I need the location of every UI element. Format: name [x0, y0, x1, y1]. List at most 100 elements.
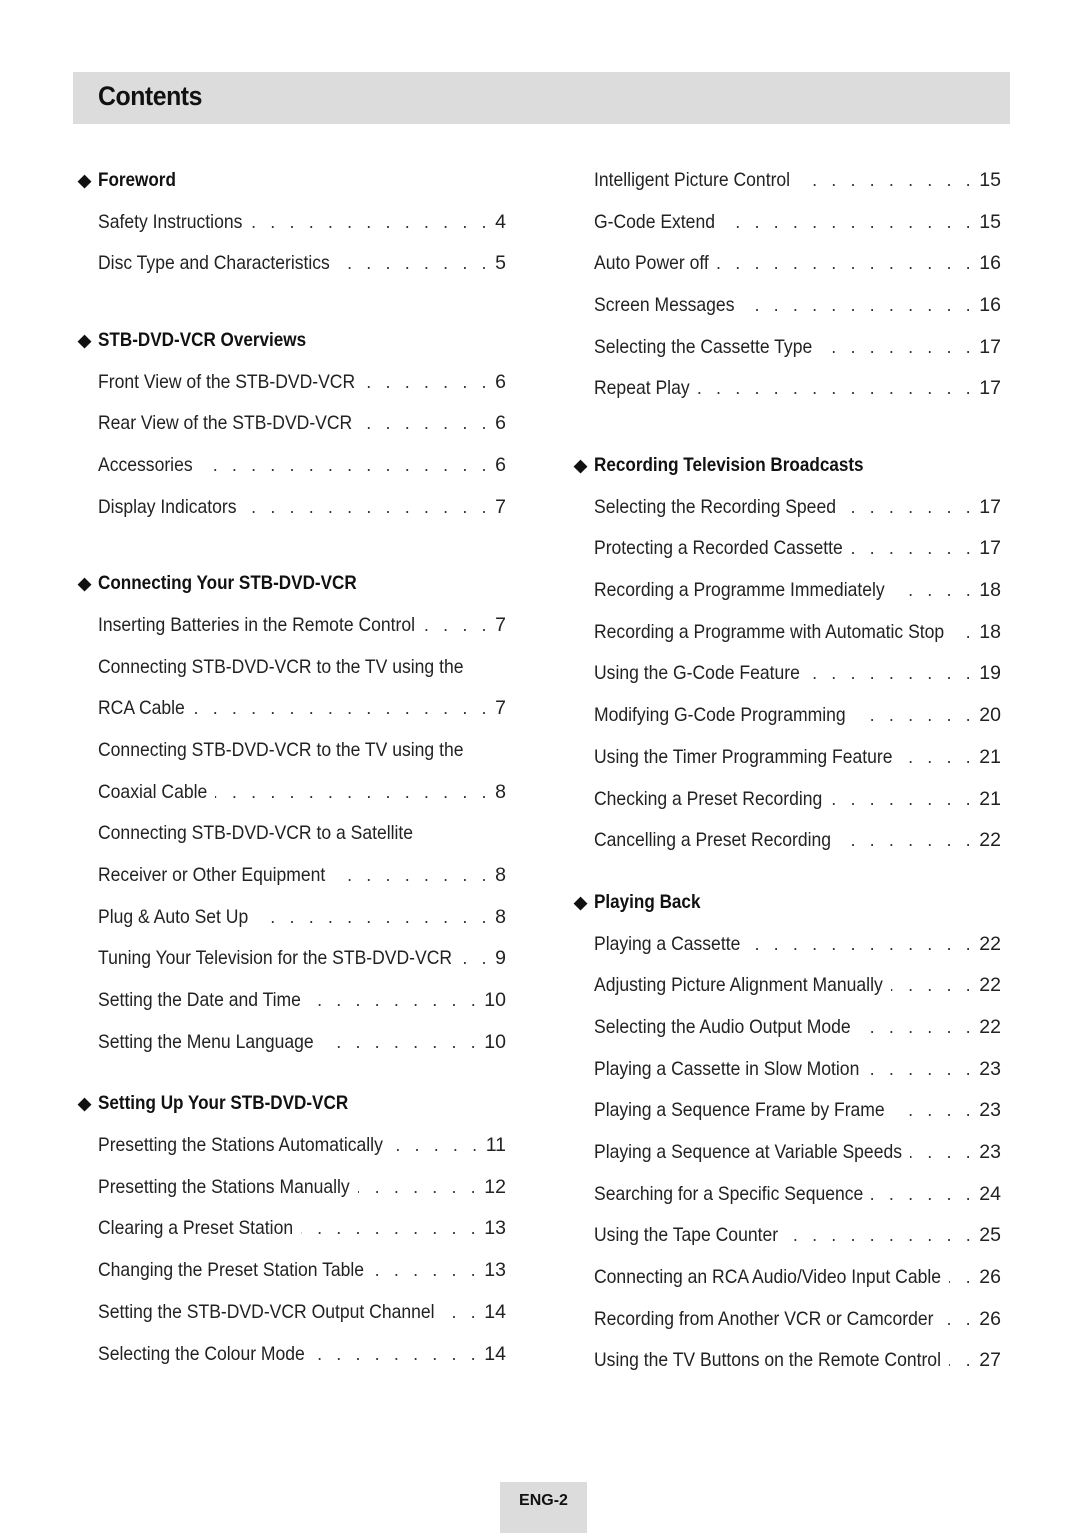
toc-entry-title: Setting the Date and Time: [98, 989, 301, 1012]
toc-entry-page: 27: [979, 1349, 1001, 1372]
toc-entry[interactable]: Playing a Sequence Frame by Frame . . . .…: [574, 1090, 1001, 1132]
toc-entry-page: 26: [979, 1307, 1001, 1330]
toc-entry[interactable]: Setting the Date and Time . . . . . . . .…: [78, 980, 506, 1022]
toc-entry-page: 14: [484, 1300, 506, 1323]
toc-entry[interactable]: Connecting an RCA Audio/Video Input Cabl…: [574, 1257, 1001, 1299]
toc-entry[interactable]: Screen Messages . . . . . . . . . . . . .…: [574, 285, 1001, 327]
section-heading-label: Playing Back: [594, 891, 701, 913]
toc-entry[interactable]: Presetting the Stations Automatically . .…: [78, 1125, 506, 1167]
toc-entry[interactable]: Receiver or Other Equipment . . . . . . .…: [78, 855, 506, 897]
toc-entry[interactable]: Safety Instructions . . . . . . . . . . .…: [78, 202, 506, 244]
toc-entry[interactable]: G-Code Extend . . . . . . . . . . . . . .…: [574, 202, 1001, 244]
toc-entry[interactable]: Searching for a Specific Sequence . . . .…: [574, 1174, 1001, 1216]
dot-leader: . . . . . . . . . . . . . . . . . . . . …: [871, 1183, 976, 1204]
toc-column-left: ◆ Foreword Safety Instructions . . . . . . …: [78, 160, 506, 1375]
toc-entry-title: Rear View of the STB-DVD-VCR: [98, 412, 353, 435]
toc-entry[interactable]: Plug & Auto Set Up . . . . . . . . . . . …: [78, 897, 506, 939]
toc-entry[interactable]: Intelligent Picture Control . . . . . . .…: [574, 160, 1001, 202]
toc-entry-page: 18: [979, 579, 1001, 602]
toc-entry[interactable]: Playing a Sequence at Variable Speeds . .…: [574, 1132, 1001, 1174]
toc-entry[interactable]: Using the Timer Programming Feature . . .…: [574, 737, 1001, 779]
toc-entry[interactable]: Selecting the Colour Mode . . . . . . . .…: [78, 1334, 506, 1376]
toc-entry-title: Clearing a Preset Station: [98, 1217, 294, 1240]
toc-entry-title: Presetting the Stations Automatically: [98, 1134, 383, 1157]
toc-entry[interactable]: Front View of the STB-DVD-VCR . . . . . .…: [78, 362, 506, 404]
toc-entry[interactable]: Selecting the Recording Speed . . . . . .…: [574, 487, 1001, 529]
toc-entry[interactable]: Recording from Another VCR or Camcorder.…: [574, 1299, 1001, 1341]
toc-entry[interactable]: Tuning Your Television for the STB-DVD-V…: [78, 938, 506, 980]
toc-entry[interactable]: Repeat Play . . . . . . . . . . . . . . .…: [574, 368, 1001, 410]
toc-entry-title: Intelligent Picture Control: [594, 169, 791, 191]
dot-leader: . . . . . . . . . . . . . . . . . . . . …: [893, 580, 976, 601]
toc-entry-title: Checking a Preset Recording: [594, 787, 823, 810]
section-heading: ◆ Setting Up Your STB-DVD-VCR: [78, 1083, 506, 1125]
dot-leader: . . . . . . . . . . . . . . . . . . . . …: [201, 454, 492, 475]
toc-entry[interactable]: Connecting STB-DVD-VCR to the TV using t…: [78, 730, 506, 772]
toc-entry-page: 23: [979, 1099, 1001, 1122]
toc-entry[interactable]: Accessories . . . . . . . . . . . . . . .…: [78, 445, 506, 487]
toc-entry[interactable]: Auto Power off . . . . . . . . . . . . . …: [574, 243, 1001, 285]
toc-entry[interactable]: Display Indicators . . . . . . . . . . . …: [78, 487, 506, 529]
toc-entry[interactable]: Protecting a Recorded Cassette . . . . . …: [574, 528, 1001, 570]
toc-entry-title: Screen Messages: [594, 294, 735, 317]
toc-entry[interactable]: Playing a Cassette in Slow Motion . . . .…: [574, 1049, 1001, 1091]
toc-entry[interactable]: Modifying G-Code Programming . . . . . . …: [574, 695, 1001, 737]
toc-entry[interactable]: RCA Cable . . . . . . . . . . . . . . . .…: [78, 688, 506, 730]
dot-leader: . . . . . . . . . . . . . . . . . . . . …: [338, 253, 492, 274]
dot-leader: . . . . . . . . . . . . . . . . . . . . …: [250, 211, 492, 232]
toc-entry[interactable]: Playing a Cassette . . . . . . . . . . . …: [574, 924, 1001, 966]
toc-entry[interactable]: Rear View of the STB-DVD-VCR . . . . . . …: [78, 403, 506, 445]
toc-entry-page: 8: [495, 905, 506, 928]
toc-entry[interactable]: Cancelling a Preset Recording . . . . . .…: [574, 820, 1001, 862]
toc-entry[interactable]: Setting the Menu Language . . . . . . . .…: [78, 1022, 506, 1064]
toc-entry[interactable]: Checking a Preset Recording . . . . . . .…: [574, 779, 1001, 821]
dot-leader: . . . . . . . . . . . . . . . . . . . . …: [949, 1267, 976, 1287]
toc-entry-page: 7: [495, 697, 506, 720]
toc-entry[interactable]: Selecting the Cassette Type . . . . . . .…: [574, 327, 1001, 369]
toc-entry[interactable]: Using the Tape Counter . . . . . . . . . …: [574, 1215, 1001, 1257]
dot-leader: . . . . . . . . . . . . . . . . . . . . …: [830, 788, 976, 809]
toc-entry[interactable]: Adjusting Picture Alignment Manually . . …: [574, 965, 1001, 1007]
dot-leader: . . . . . . . . . . . . . . . . . . . . …: [748, 933, 976, 954]
toc-entry[interactable]: Connecting STB-DVD-VCR to the TV using t…: [78, 647, 506, 689]
toc-section: ◆ Setting Up Your STB-DVD-VCR Presetting t…: [78, 1083, 506, 1375]
toc-entry-page: 21: [979, 745, 1001, 768]
toc-entry-page: 22: [979, 829, 1001, 852]
toc-entry-title: Setting the Menu Language: [98, 1030, 314, 1053]
dot-leader: . . . . . . . . . . . . . . . . . . . . …: [333, 865, 492, 886]
toc-entry[interactable]: Setting the STB-DVD-VCR Output Channel . …: [78, 1292, 506, 1334]
dot-leader: . . . . . . . . . . . . . . . . . . . . …: [723, 211, 976, 232]
toc-entry-page: 6: [495, 370, 506, 393]
toc-entry-title: Connecting STB-DVD-VCR to the TV using t…: [98, 655, 464, 678]
toc-entry-page: 17: [979, 377, 1001, 400]
toc-entry[interactable]: Using the G-Code Feature . . . . . . . . …: [574, 653, 1001, 695]
toc-entry[interactable]: Coaxial Cable . . . . . . . . . . . . . .…: [78, 772, 506, 814]
dot-leader: . . . . . . . . . . . . . . . . . . . . …: [910, 1141, 976, 1162]
toc-entry-page: 7: [495, 613, 506, 636]
toc-entry[interactable]: Changing the Preset Station Table . . . .…: [78, 1250, 506, 1292]
dot-leader: . . . . . . . . . . . . . . . . . . . . …: [808, 663, 976, 684]
dot-leader: . . . . . . . . . . . . . . . . . . . . …: [867, 1058, 976, 1079]
toc-entry[interactable]: Presetting the Stations Manually . . . . …: [78, 1167, 506, 1209]
toc-entry[interactable]: Inserting Batteries in the Remote Contro…: [78, 605, 506, 647]
toc-entry-page: 19: [979, 662, 1001, 685]
toc-entry-page: 20: [979, 704, 1001, 727]
toc-entry[interactable]: Recording a Programme Immediately . . . .…: [574, 570, 1001, 612]
diamond-bullet-icon: ◆: [574, 456, 588, 476]
toc-entry-page: 16: [979, 252, 1001, 275]
toc-entry[interactable]: Connecting STB-DVD-VCR to a Satellite: [78, 813, 506, 855]
toc-entry[interactable]: Selecting the Audio Output Mode . . . . .…: [574, 1007, 1001, 1049]
toc-entry-page: 11: [485, 1134, 506, 1157]
diamond-bullet-icon: ◆: [78, 330, 92, 350]
toc-entry[interactable]: Clearing a Preset Station . . . . . . . .…: [78, 1208, 506, 1250]
dot-leader: . . . . . . . . . . . . . . . . . . . . …: [716, 253, 976, 274]
toc-entry[interactable]: Disc Type and Characteristics . . . . . .…: [78, 243, 506, 285]
dot-leader: . . . . . . . . . . . . . . . . . . . . …: [363, 371, 492, 392]
toc-entry-title: G-Code Extend: [594, 210, 715, 233]
toc-entry[interactable]: Using the TV Buttons on the Remote Contr…: [574, 1340, 1001, 1382]
toc-entry-title: Playing a Cassette in Slow Motion: [594, 1057, 860, 1080]
dot-leader: . . . . . . . . . . . . . . . . . . . . …: [443, 1301, 481, 1322]
toc-entry[interactable]: Recording a Programme with Automatic Sto…: [574, 612, 1001, 654]
toc-section: ◆ Recording Television Broadcasts Selectin…: [574, 445, 1001, 862]
toc-entry-page: 15: [979, 210, 1001, 233]
